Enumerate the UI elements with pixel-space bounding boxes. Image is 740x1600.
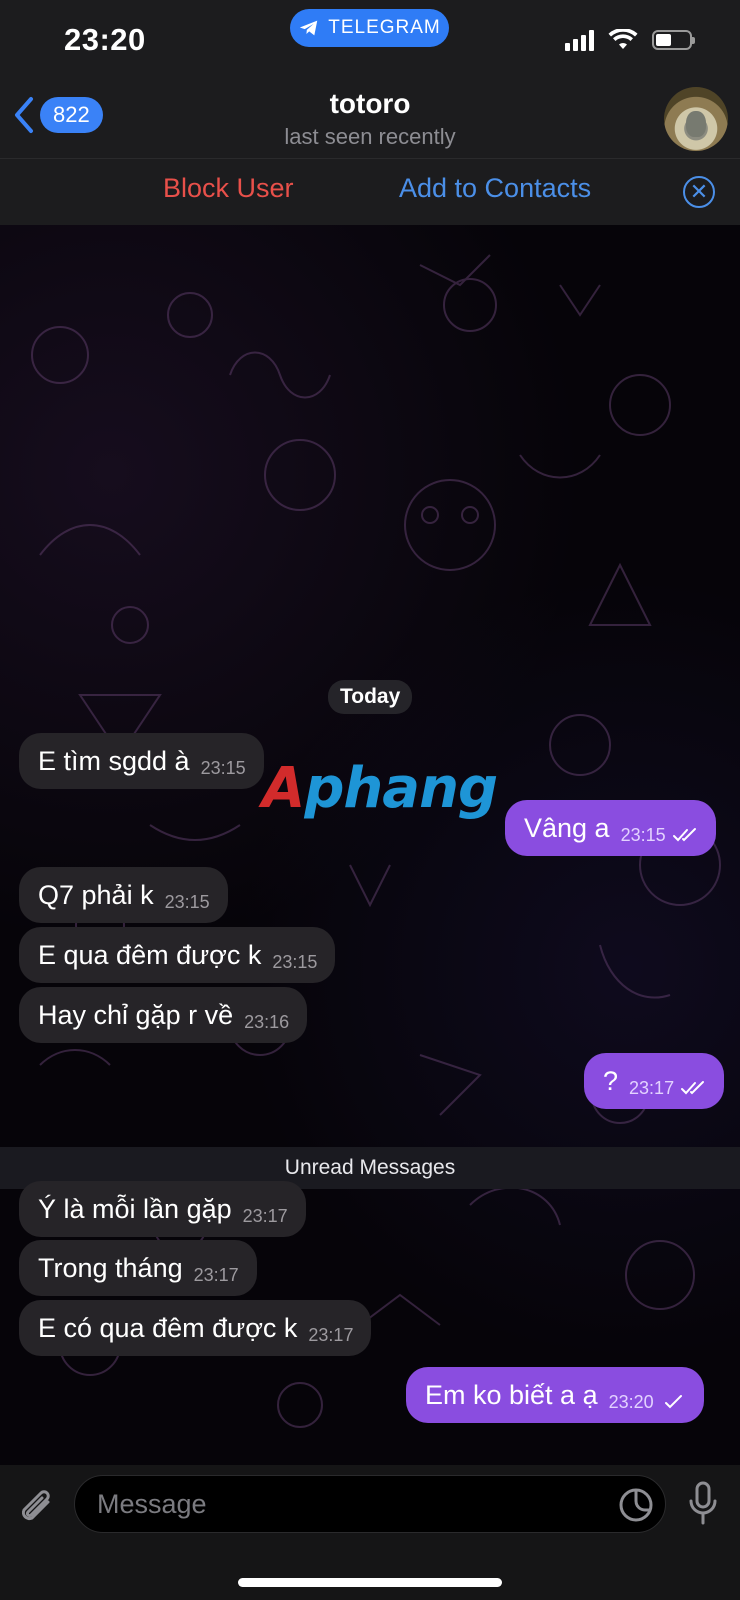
message-bubble-incoming[interactable]: E qua đêm được k 23:15 <box>19 927 336 983</box>
telegram-pill-label: TELEGRAM <box>328 17 441 38</box>
message-bubble-outgoing[interactable]: Em ko biết a ạ 23:20 <box>406 1367 704 1423</box>
message-time: 23:20 <box>608 1391 654 1412</box>
message-bubble-incoming[interactable]: Q7 phải k 23:15 <box>19 867 228 923</box>
cellular-signal-icon <box>565 29 594 51</box>
chat-title[interactable]: totoro <box>0 88 740 120</box>
message-bubble-incoming[interactable]: E có qua đêm được k 23:17 <box>19 1300 372 1356</box>
message-time: 23:15 <box>272 951 318 972</box>
double-check-icon <box>672 828 696 842</box>
chat-message-area[interactable]: Today E tìm sgdd à 23:15 Aphang Vâng a 2… <box>0 225 740 1465</box>
close-icon[interactable]: ✕ <box>683 176 715 208</box>
message-time: 23:15 <box>620 824 666 845</box>
message-text: Em ko biết a ạ <box>425 1379 598 1410</box>
wifi-icon <box>608 29 638 49</box>
message-text: E tìm sgdd à <box>38 745 190 776</box>
message-time: 23:15 <box>164 891 210 912</box>
avatar[interactable] <box>664 87 728 151</box>
telegram-plane-icon <box>300 20 318 36</box>
message-text: E có qua đêm được k <box>38 1312 298 1343</box>
message-bubble-outgoing[interactable]: Vâng a 23:15 <box>505 800 716 856</box>
contact-action-bar: Block User Add to Contacts <box>0 159 740 225</box>
single-check-icon <box>664 1395 682 1409</box>
message-bubble-incoming[interactable]: E tìm sgdd à 23:15 <box>19 733 264 789</box>
message-time: 23:15 <box>200 757 246 778</box>
add-to-contacts-button[interactable]: Add to Contacts <box>399 173 591 204</box>
message-text: Hay chỉ gặp r về <box>38 999 234 1030</box>
message-text: E qua đêm được k <box>38 939 262 970</box>
message-text: Trong tháng <box>38 1252 183 1283</box>
message-time: 23:17 <box>308 1324 354 1345</box>
chat-header: 822 totoro last seen recently <box>0 80 740 159</box>
block-user-button[interactable]: Block User <box>163 173 294 204</box>
message-bubble-incoming[interactable]: Hay chỉ gặp r về 23:16 <box>19 987 308 1043</box>
message-time: 23:17 <box>242 1205 288 1226</box>
message-bubble-incoming[interactable]: Ý là mỗi lần gặp 23:17 <box>19 1181 306 1237</box>
telegram-return-pill[interactable]: TELEGRAM <box>290 9 449 47</box>
status-time: 23:20 <box>64 22 146 57</box>
watermark-logo: Aphang <box>262 756 498 821</box>
status-bar: 23:20 TELEGRAM <box>0 0 740 80</box>
message-time: 23:17 <box>193 1264 239 1285</box>
attach-icon[interactable] <box>18 1486 58 1532</box>
message-composer <box>0 1465 740 1600</box>
message-text: Q7 phải k <box>38 879 154 910</box>
message-text: Ý là mỗi lần gặp <box>38 1193 232 1224</box>
date-separator: Today <box>328 680 413 714</box>
message-bubble-outgoing[interactable]: ? 23:17 <box>584 1053 725 1109</box>
sticker-icon[interactable] <box>618 1487 654 1523</box>
message-time: 23:17 <box>629 1077 675 1098</box>
double-check-icon <box>681 1081 705 1095</box>
last-seen-status: last seen recently <box>284 124 456 149</box>
message-text: ? <box>603 1065 619 1096</box>
message-text: Vâng a <box>524 812 610 843</box>
message-bubble-incoming[interactable]: Trong tháng 23:17 <box>19 1240 257 1296</box>
battery-icon <box>652 30 695 50</box>
message-time: 23:16 <box>244 1011 290 1032</box>
home-indicator[interactable] <box>238 1578 502 1587</box>
message-input[interactable] <box>74 1475 666 1533</box>
microphone-icon[interactable] <box>688 1481 718 1527</box>
